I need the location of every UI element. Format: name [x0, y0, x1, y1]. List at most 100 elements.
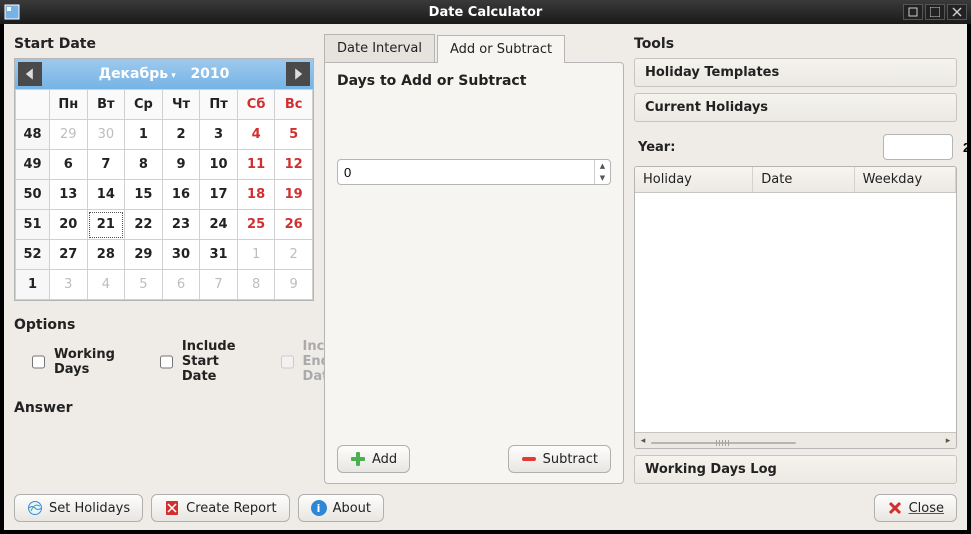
- calendar-day[interactable]: 9: [162, 150, 200, 180]
- spin-down-button[interactable]: ▼: [595, 172, 610, 184]
- window: Date Calculator Start Date: [0, 0, 971, 534]
- year-input[interactable]: [884, 135, 971, 159]
- calendar-day[interactable]: 3: [50, 270, 88, 300]
- calendar-day[interactable]: 9: [275, 270, 313, 300]
- calendar-day[interactable]: 18: [237, 180, 275, 210]
- scroll-left-button[interactable]: ◂: [635, 434, 651, 448]
- calendar-day[interactable]: 1: [125, 120, 163, 150]
- plus-icon: [350, 451, 366, 467]
- calendar-day[interactable]: 10: [200, 150, 238, 180]
- calendar-day[interactable]: 21: [87, 210, 125, 240]
- window-title: Date Calculator: [429, 5, 543, 20]
- calendar-day[interactable]: 28: [87, 240, 125, 270]
- create-report-button[interactable]: Create Report: [151, 494, 289, 522]
- year-spinbox[interactable]: ▲ ▼: [883, 134, 953, 160]
- col-date[interactable]: Date: [753, 167, 854, 192]
- calendar-day[interactable]: 8: [237, 270, 275, 300]
- days-input[interactable]: [338, 160, 594, 184]
- calendar-day[interactable]: 5: [275, 120, 313, 150]
- calendar-day[interactable]: 12: [275, 150, 313, 180]
- days-spinbox[interactable]: ▲ ▼: [337, 159, 611, 185]
- minus-icon: [521, 451, 537, 467]
- add-button[interactable]: Add: [337, 445, 410, 473]
- calendar-day[interactable]: 30: [162, 240, 200, 270]
- calendar-day[interactable]: 29: [50, 120, 88, 150]
- globe-icon: [27, 500, 43, 516]
- dow-header: Пн: [50, 90, 88, 120]
- calendar-day[interactable]: 7: [200, 270, 238, 300]
- calendar-month-label: Декабрь ▾ 2010: [99, 66, 230, 82]
- subtract-button[interactable]: Subtract: [508, 445, 611, 473]
- close-window-button[interactable]: [947, 4, 967, 20]
- tools-title: Tools: [634, 36, 957, 52]
- calendar-day[interactable]: 16: [162, 180, 200, 210]
- calendar-day[interactable]: 31: [200, 240, 238, 270]
- calendar-day[interactable]: 4: [237, 120, 275, 150]
- calendar-day[interactable]: 1: [237, 240, 275, 270]
- client-area: Start Date Декабрь ▾ 2010: [0, 24, 971, 534]
- calendar-day[interactable]: 7: [87, 150, 125, 180]
- about-button[interactable]: i About: [298, 494, 384, 522]
- tab-bar: Date Interval Add or Subtract: [324, 34, 624, 62]
- calendar: Декабрь ▾ 2010 ПнВтСрЧтПтСбВс 4829301234…: [14, 58, 314, 301]
- col-weekday[interactable]: Weekday: [855, 167, 956, 192]
- week-number: 52: [16, 240, 50, 270]
- calendar-day[interactable]: 6: [50, 150, 88, 180]
- calendar-day[interactable]: 27: [50, 240, 88, 270]
- calendar-day[interactable]: 6: [162, 270, 200, 300]
- working-days-log-group[interactable]: Working Days Log: [634, 455, 957, 484]
- calendar-day[interactable]: 30: [87, 120, 125, 150]
- calendar-day[interactable]: 20: [50, 210, 88, 240]
- dow-header: Ср: [125, 90, 163, 120]
- dow-header: Чт: [162, 90, 200, 120]
- week-number: 1: [16, 270, 50, 300]
- set-holidays-button[interactable]: Set Holidays: [14, 494, 143, 522]
- calendar-day[interactable]: 8: [125, 150, 163, 180]
- calendar-day[interactable]: 3: [200, 120, 238, 150]
- close-button[interactable]: Close: [874, 494, 957, 522]
- calendar-day[interactable]: 26: [275, 210, 313, 240]
- calendar-grid[interactable]: ПнВтСрЧтПтСбВс 4829301234549678910111250…: [15, 89, 313, 300]
- maximize-button[interactable]: [925, 4, 945, 20]
- calendar-day[interactable]: 14: [87, 180, 125, 210]
- include-start-checkbox[interactable]: Include Start Date: [156, 339, 237, 384]
- calendar-day[interactable]: 29: [125, 240, 163, 270]
- calendar-day[interactable]: 22: [125, 210, 163, 240]
- holiday-templates-group[interactable]: Holiday Templates: [634, 58, 957, 87]
- scroll-right-button[interactable]: ▸: [940, 434, 956, 448]
- calendar-day[interactable]: 24: [200, 210, 238, 240]
- horizontal-scrollbar[interactable]: ◂ ▸: [635, 432, 956, 448]
- options-title: Options: [14, 317, 314, 333]
- calendar-day[interactable]: 13: [50, 180, 88, 210]
- current-holidays-group[interactable]: Current Holidays: [634, 93, 957, 122]
- working-days-checkbox[interactable]: Working Days: [28, 347, 116, 377]
- tab-date-interval[interactable]: Date Interval: [324, 34, 435, 62]
- start-date-title: Start Date: [14, 36, 314, 52]
- calendar-day[interactable]: 17: [200, 180, 238, 210]
- holidays-table[interactable]: Holiday Date Weekday ◂ ▸: [634, 166, 957, 449]
- tab-add-subtract[interactable]: Add or Subtract: [437, 35, 565, 63]
- dow-header: Вт: [87, 90, 125, 120]
- calendar-day[interactable]: 19: [275, 180, 313, 210]
- calendar-day[interactable]: 23: [162, 210, 200, 240]
- minimize-button[interactable]: [903, 4, 923, 20]
- col-holiday[interactable]: Holiday: [635, 167, 753, 192]
- calendar-day[interactable]: 5: [125, 270, 163, 300]
- calendar-day[interactable]: 2: [162, 120, 200, 150]
- dow-header: Вс: [275, 90, 313, 120]
- scroll-grip[interactable]: [651, 442, 796, 444]
- calendar-day[interactable]: 15: [125, 180, 163, 210]
- week-number: 51: [16, 210, 50, 240]
- add-subtract-panel: Days to Add or Subtract ▲ ▼: [324, 62, 624, 484]
- week-number: 49: [16, 150, 50, 180]
- holidays-table-body: [635, 193, 956, 432]
- calendar-prev-button[interactable]: [18, 62, 42, 86]
- calendar-next-button[interactable]: [286, 62, 310, 86]
- calendar-day[interactable]: 11: [237, 150, 275, 180]
- calendar-day[interactable]: 4: [87, 270, 125, 300]
- spin-up-button[interactable]: ▲: [595, 160, 610, 172]
- calendar-day[interactable]: 25: [237, 210, 275, 240]
- calendar-day[interactable]: 2: [275, 240, 313, 270]
- bottom-toolbar: Set Holidays Create Report i About Close: [14, 494, 957, 522]
- dow-header: Пт: [200, 90, 238, 120]
